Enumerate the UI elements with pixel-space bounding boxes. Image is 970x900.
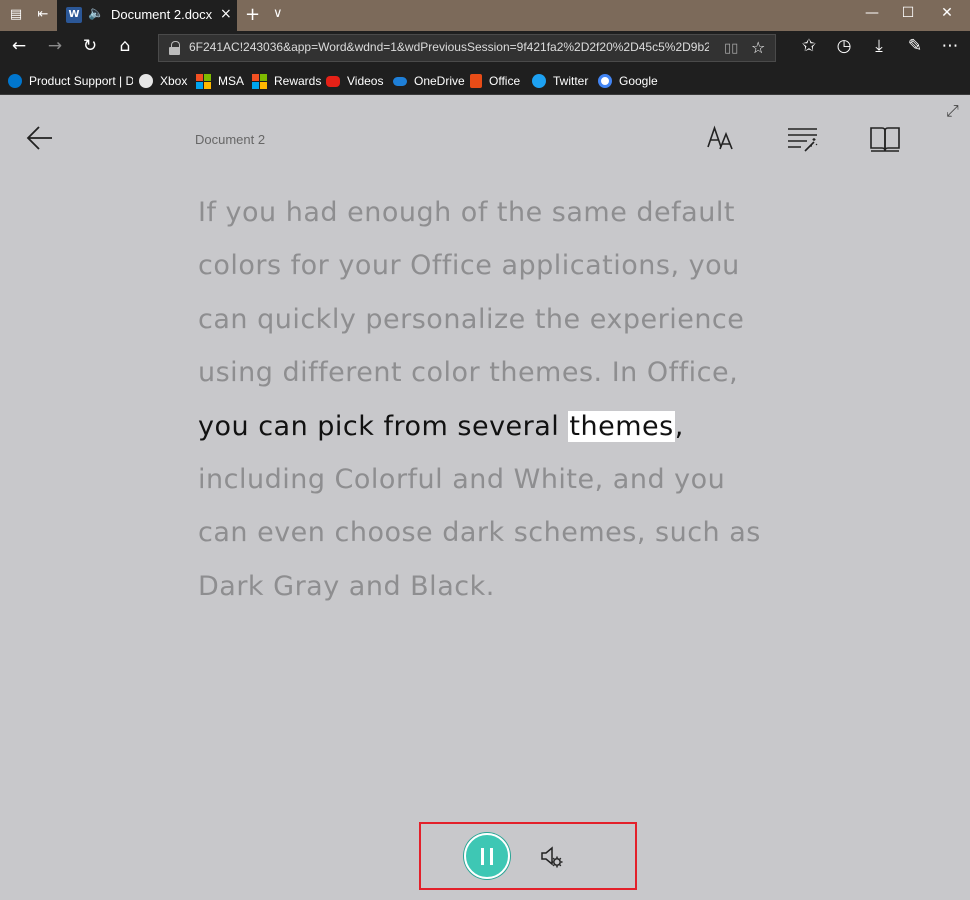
favorite-onedrive[interactable]: OneDrive	[393, 72, 465, 90]
tab-preview-chevron-icon[interactable]: ∨	[273, 6, 283, 21]
reading-view-icon[interactable]: ▯▯	[724, 41, 738, 56]
reading-text: If you had enough of the same default co…	[198, 186, 761, 613]
maximize-button[interactable]: ☐	[898, 5, 918, 21]
google-icon	[598, 74, 612, 88]
forward-arrow-icon[interactable]: →	[43, 36, 67, 56]
favorite-xbox[interactable]: Xbox	[139, 72, 187, 90]
refresh-icon[interactable]: ↻	[78, 36, 102, 56]
history-icon[interactable]: ◷	[832, 36, 856, 56]
favorite-star-icon[interactable]: ☆	[751, 38, 765, 57]
active-text-after: ,	[674, 410, 684, 442]
text-line: can even choose dark schemes, such as	[198, 517, 761, 549]
xbox-icon	[139, 74, 153, 88]
pen-notes-icon[interactable]: ✎	[903, 36, 927, 56]
highlighted-word: themes	[568, 410, 675, 442]
twitter-icon	[532, 74, 546, 88]
favorite-office[interactable]: Office	[470, 72, 520, 90]
home-icon[interactable]: ⌂	[113, 36, 137, 56]
downloads-icon[interactable]: ⤓	[867, 36, 891, 56]
close-window-button[interactable]: ✕	[937, 5, 957, 21]
active-text-line: you can pick from several themes,	[198, 400, 758, 453]
read-aloud-controls	[419, 822, 637, 890]
fullscreen-icon[interactable]: ⤢	[946, 101, 959, 121]
tab-document-2[interactable]: W 🔈 Document 2.docx ×	[57, 0, 237, 31]
url-text[interactable]: 6F241AC!243036&app=Word&wdnd=1&wdPreviou…	[189, 40, 709, 54]
favorite-label: OneDrive	[414, 74, 465, 88]
favorite-google[interactable]: Google	[598, 72, 658, 90]
favorite-videos[interactable]: Videos	[326, 72, 383, 90]
onedrive-icon	[393, 76, 407, 86]
text-line: colors for your Office applications, you	[198, 250, 740, 282]
document-title: Document 2	[195, 132, 266, 147]
immersive-reader: ⤢ Document 2 If you had enough of the sa…	[0, 95, 970, 900]
set-aside-tabs-icon[interactable]: ⇤	[35, 7, 51, 23]
word-icon: W	[66, 7, 82, 23]
favorites-bar: Product Support | De Xbox MSA Rewards Vi…	[0, 65, 970, 95]
youtube-icon	[326, 75, 340, 87]
favorite-label: Rewards	[274, 74, 322, 88]
favorite-twitter[interactable]: Twitter	[532, 72, 588, 90]
back-arrow-icon[interactable]: ←	[7, 36, 31, 56]
favorite-label: Product Support | De	[29, 74, 133, 88]
office-icon	[470, 74, 482, 88]
title-bar: ▤ ⇤ W 🔈 Document 2.docx × + ∨ — ☐ ✕	[0, 0, 970, 31]
more-options-icon[interactable]: ⋯	[938, 36, 962, 56]
favorite-rewards[interactable]: Rewards	[252, 72, 321, 90]
favorites-hub-icon[interactable]: ✩	[797, 36, 821, 56]
address-bar[interactable]: 6F241AC!243036&app=Word&wdnd=1&wdPreviou…	[158, 34, 776, 62]
speaker-icon[interactable]: 🔈	[88, 6, 104, 21]
tab-manager-icon[interactable]: ▤	[8, 7, 24, 23]
microsoft-icon	[196, 73, 211, 89]
dell-icon	[8, 74, 22, 88]
pause-button[interactable]	[464, 833, 510, 879]
favorite-msa[interactable]: MSA	[196, 72, 244, 90]
favorite-label: Xbox	[160, 74, 188, 88]
text-line: If you had enough of the same default	[198, 197, 735, 228]
new-tab-icon[interactable]: +	[245, 4, 260, 25]
tab-title: Document 2.docx	[111, 7, 213, 22]
favorite-label: Office	[489, 74, 521, 88]
reading-preferences-icon[interactable]	[869, 125, 901, 153]
close-tab-icon[interactable]: ×	[220, 6, 232, 22]
favorite-label: Twitter	[553, 74, 589, 88]
favorite-label: MSA	[218, 74, 245, 88]
favorite-label: Videos	[347, 74, 384, 88]
text-line: using different color themes. In Office,	[198, 357, 739, 389]
back-arrow-icon[interactable]	[26, 125, 54, 151]
lock-icon	[169, 41, 180, 55]
text-line: can quickly personalize the experience	[198, 303, 745, 335]
favorite-label: Google	[619, 74, 658, 88]
voice-settings-icon[interactable]	[539, 844, 565, 870]
active-text-before: you can pick from several	[198, 410, 569, 442]
favorite-product-support[interactable]: Product Support | De	[8, 72, 133, 90]
text-line: Dark Gray and Black.	[198, 570, 495, 602]
microsoft-icon	[252, 73, 267, 89]
navigation-bar: ← → ↻ ⌂ 6F241AC!243036&app=Word&wdnd=1&w…	[0, 31, 970, 65]
text-options-icon[interactable]	[706, 125, 736, 153]
minimize-button[interactable]: —	[862, 5, 882, 21]
grammar-tools-icon[interactable]	[787, 125, 819, 153]
text-line: including Colorful and White, and you	[198, 464, 726, 496]
